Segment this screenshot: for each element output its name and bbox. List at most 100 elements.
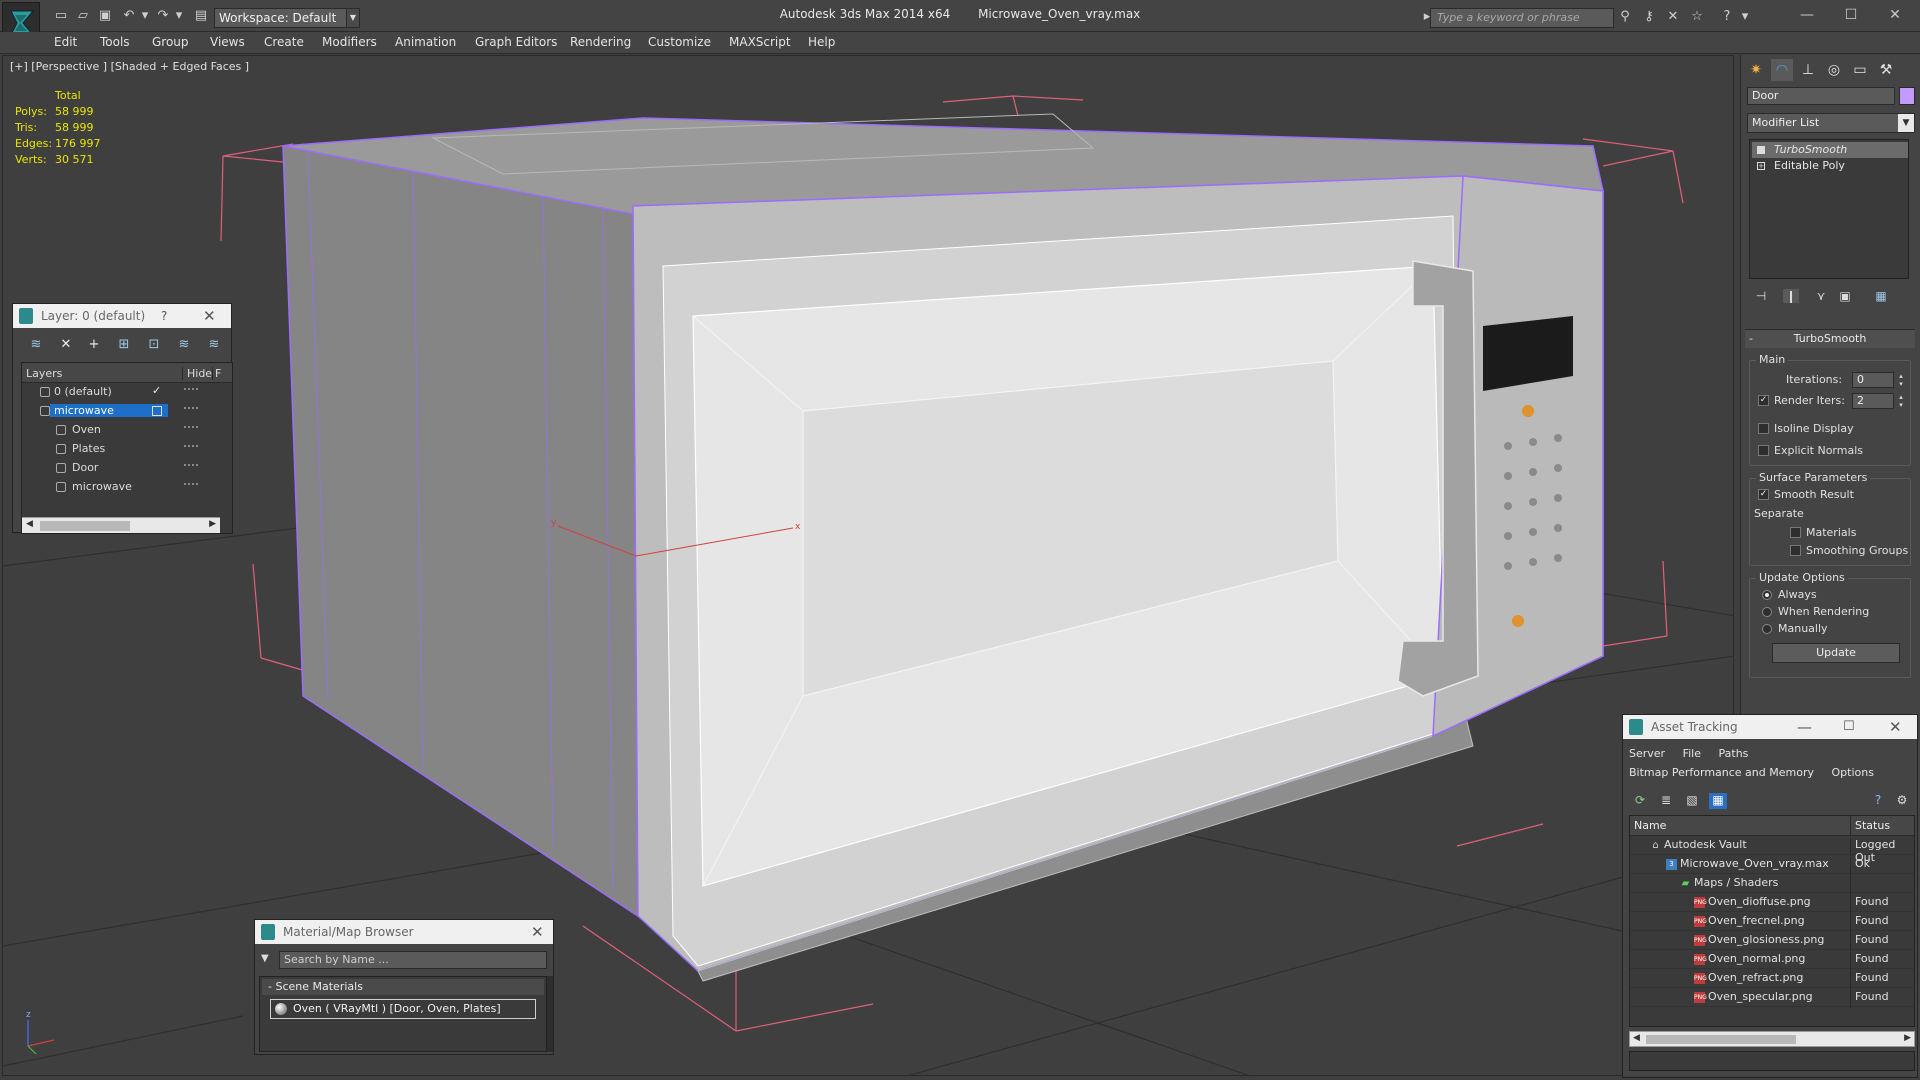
- menu-edit[interactable]: Edit: [54, 35, 77, 49]
- chevron-down-icon[interactable]: ▼: [1898, 114, 1914, 132]
- configure-sets-icon[interactable]: ▦: [1873, 289, 1889, 303]
- close-icon[interactable]: ✕: [1889, 715, 1902, 739]
- search-input[interactable]: Search by Name ...: [279, 951, 547, 969]
- menu-maxscript[interactable]: MAXScript: [729, 35, 791, 49]
- layer-manager-icon[interactable]: ≋: [27, 337, 45, 353]
- layer-row[interactable]: Plates: [22, 440, 220, 459]
- material-browser-title-bar[interactable]: Material/Map Browser ✕: [255, 920, 553, 944]
- menu-server[interactable]: Server: [1629, 747, 1665, 760]
- binoculars-icon[interactable]: ⚲: [1616, 9, 1634, 25]
- remove-modifier-icon[interactable]: ▣: [1837, 289, 1853, 303]
- col-status[interactable]: Status: [1850, 816, 1890, 836]
- col-name[interactable]: Name: [1634, 819, 1666, 832]
- layer-row[interactable]: 0 (default) ✓: [22, 383, 220, 402]
- scene-materials-group[interactable]: - Scene Materials: [262, 979, 544, 995]
- minimize-icon[interactable]: —: [1797, 715, 1812, 739]
- menu-create[interactable]: Create: [264, 35, 304, 49]
- collapse-icon[interactable]: -: [1749, 330, 1753, 348]
- minimize-icon[interactable]: —: [1792, 4, 1822, 26]
- hide-toggle[interactable]: [184, 426, 198, 428]
- menu-paths[interactable]: Paths: [1719, 747, 1749, 760]
- layer-dialog[interactable]: Layer: 0 (default) ? ✕ ≋ ✕ + ⊞ ⊡ ≋ ≋ Lay…: [12, 303, 233, 534]
- viewport-label[interactable]: [+] [Perspective ] [Shaded + Edged Faces…: [10, 60, 249, 73]
- maximize-icon[interactable]: ☐: [1836, 4, 1866, 26]
- table-row[interactable]: PNG Oven_frecnel.png Found: [1630, 912, 1914, 932]
- isoline-checkbox[interactable]: [1758, 423, 1769, 434]
- close-icon[interactable]: ✕: [1880, 4, 1910, 26]
- materials-checkbox[interactable]: [1790, 527, 1801, 538]
- lightbulb-icon[interactable]: [1757, 146, 1765, 154]
- col-hide[interactable]: Hide: [182, 367, 212, 380]
- help-icon[interactable]: ?: [1718, 9, 1736, 25]
- smoothing-groups-checkbox[interactable]: [1790, 545, 1801, 556]
- menu-graph-editors[interactable]: Graph Editors: [475, 35, 557, 49]
- close-icon[interactable]: ✕: [531, 920, 544, 944]
- display-tab-icon[interactable]: ▭: [1849, 59, 1871, 81]
- menu-modifiers[interactable]: Modifiers: [322, 35, 377, 49]
- show-end-result-icon[interactable]: ❙: [1783, 289, 1799, 303]
- always-radio[interactable]: [1762, 590, 1772, 600]
- create-tab-icon[interactable]: ✷: [1745, 59, 1767, 81]
- close-icon[interactable]: ✕: [203, 304, 216, 328]
- modify-tab-icon[interactable]: ◠: [1771, 59, 1793, 81]
- layer-row[interactable]: microwave: [22, 402, 220, 421]
- hierarchy-tab-icon[interactable]: ⊥: [1797, 59, 1819, 81]
- render-iters-checkbox[interactable]: ✓: [1758, 395, 1769, 406]
- refresh-icon[interactable]: ⟳: [1631, 793, 1649, 809]
- help-dropdown-icon[interactable]: ▾: [1736, 9, 1754, 25]
- menu-help[interactable]: Help: [808, 35, 835, 49]
- horizontal-scrollbar[interactable]: ◀ ▶: [22, 517, 220, 533]
- utilities-tab-icon[interactable]: ⚒: [1875, 59, 1897, 81]
- motion-tab-icon[interactable]: ◎: [1823, 59, 1845, 81]
- material-map-browser[interactable]: Material/Map Browser ✕ ▼ Search by Name …: [254, 919, 554, 1055]
- table-row[interactable]: PNG Oven_normal.png Found: [1630, 950, 1914, 970]
- hide-toggle[interactable]: [184, 483, 198, 485]
- layer-dialog-title-bar[interactable]: Layer: 0 (default) ? ✕: [13, 304, 231, 328]
- table-row[interactable]: PNG Oven_specular.png Found: [1630, 988, 1914, 1008]
- search-input[interactable]: Type a keyword or phrase: [1430, 8, 1614, 28]
- col-freeze[interactable]: F: [212, 367, 221, 380]
- communication-icon[interactable]: ✕: [1664, 9, 1682, 25]
- object-color-swatch[interactable]: [1899, 87, 1915, 105]
- asset-tracking-title-bar[interactable]: Asset Tracking — ☐ ✕: [1623, 715, 1917, 739]
- make-unique-icon[interactable]: ⋎: [1813, 289, 1829, 303]
- hide-toggle[interactable]: [184, 407, 198, 409]
- table-view-icon[interactable]: ▦: [1709, 793, 1727, 809]
- scroll-left-icon[interactable]: ◀: [1633, 1033, 1640, 1043]
- layer-properties-icon[interactable]: ≋: [205, 337, 223, 353]
- menu-customize[interactable]: Customize: [648, 35, 711, 49]
- check-icon[interactable]: ✓: [152, 384, 161, 397]
- update-button[interactable]: Update: [1772, 643, 1900, 663]
- expand-icon[interactable]: +: [1757, 162, 1765, 170]
- select-in-layer-icon[interactable]: ⊡: [145, 337, 163, 353]
- layer-row[interactable]: Oven: [22, 421, 220, 440]
- table-row[interactable]: ▰ Maps / Shaders: [1630, 874, 1914, 894]
- smooth-result-checkbox[interactable]: ✓: [1758, 489, 1769, 500]
- chevron-down-icon[interactable]: ▼: [261, 953, 269, 964]
- manually-radio[interactable]: [1762, 624, 1772, 634]
- hide-toggle[interactable]: [184, 388, 198, 390]
- render-iters-spinner[interactable]: 2: [1852, 393, 1907, 409]
- set-current-layer-icon[interactable]: ≋: [175, 337, 193, 353]
- layer-row[interactable]: Door: [22, 459, 220, 478]
- scroll-right-icon[interactable]: ▶: [1904, 1033, 1911, 1043]
- pin-stack-icon[interactable]: ⊣: [1753, 289, 1769, 303]
- scroll-left-icon[interactable]: ◀: [26, 519, 33, 529]
- help-icon[interactable]: ?: [1869, 793, 1887, 809]
- menu-rendering[interactable]: Rendering: [570, 35, 631, 49]
- rollout-header[interactable]: - TurboSmooth: [1745, 330, 1915, 348]
- thumbnail-view-icon[interactable]: ▧: [1683, 793, 1701, 809]
- stack-item-editable-poly[interactable]: + Editable Poly: [1752, 158, 1908, 174]
- menu-views[interactable]: Views: [210, 35, 245, 49]
- hide-toggle[interactable]: [184, 464, 198, 466]
- maximize-icon[interactable]: ☐: [1843, 715, 1855, 739]
- vertical-scrollbar[interactable]: [547, 976, 553, 1052]
- material-item[interactable]: Oven ( VRayMtl ) [Door, Oven, Plates]: [270, 999, 536, 1019]
- table-row[interactable]: PNG Oven_glosioness.png Found: [1630, 931, 1914, 951]
- subscription-icon[interactable]: ⚷: [1640, 9, 1658, 25]
- menu-options[interactable]: Options: [1831, 766, 1873, 779]
- asset-tracking-dialog[interactable]: Asset Tracking — ☐ ✕ Server File Paths B…: [1622, 714, 1918, 1078]
- modifier-list-dropdown[interactable]: Modifier List ▼: [1747, 113, 1915, 133]
- explicit-normals-checkbox[interactable]: [1758, 445, 1769, 456]
- favorites-star-icon[interactable]: ☆: [1688, 9, 1706, 25]
